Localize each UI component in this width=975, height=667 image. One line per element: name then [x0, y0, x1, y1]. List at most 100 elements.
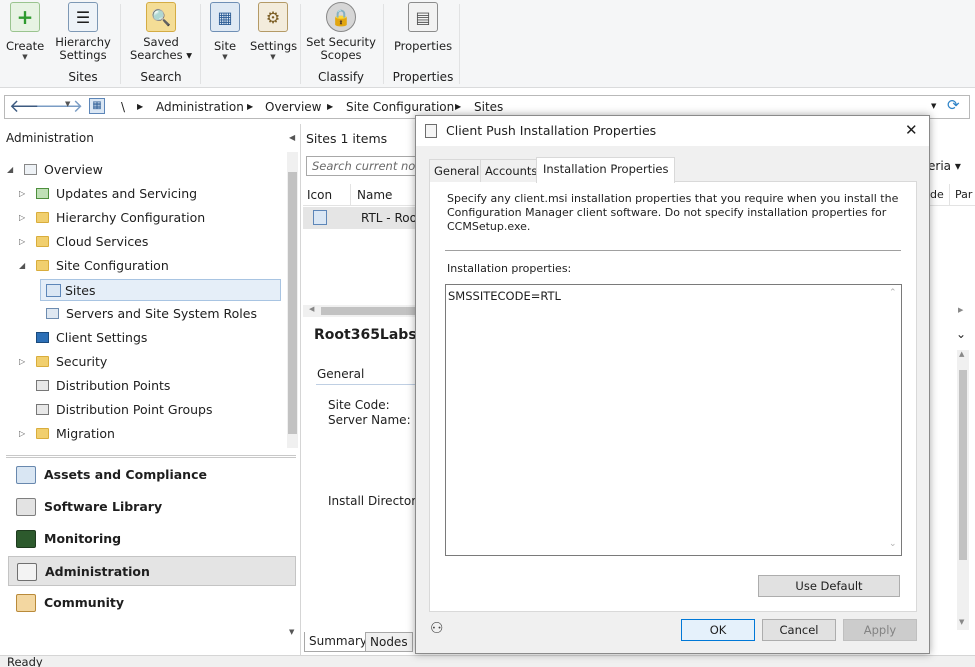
- collapse-pane-icon[interactable]: ◀: [289, 133, 295, 142]
- tree-item-overview[interactable]: ◢ Overview: [0, 159, 285, 181]
- properties-button[interactable]: ▤ Properties: [393, 2, 453, 53]
- ok-button[interactable]: OK: [681, 619, 755, 641]
- tree-item-hierarchy-configuration[interactable]: ▷ Hierarchy Configuration: [0, 207, 285, 229]
- breadcrumb-overview[interactable]: Overview: [265, 100, 322, 114]
- scroll-left-icon[interactable]: ◀: [309, 305, 314, 313]
- pane-splitter[interactable]: [6, 455, 296, 458]
- apply-button[interactable]: Apply: [843, 619, 917, 641]
- breadcrumb-separator-icon: ▶: [327, 102, 334, 111]
- address-dropdown-icon[interactable]: ▼: [931, 102, 936, 110]
- dropdown-arrow-icon: ▼: [270, 53, 276, 61]
- scroll-down-icon[interactable]: ▼: [959, 618, 964, 626]
- monitor-icon: [36, 332, 49, 343]
- workspace-label: Community: [44, 595, 125, 610]
- tree-item-label: Distribution Points: [56, 378, 171, 393]
- breadcrumb-administration[interactable]: Administration: [156, 100, 244, 114]
- tree-item-migration[interactable]: ▷ Migration: [0, 423, 285, 445]
- column-header-name[interactable]: Name: [357, 188, 392, 202]
- details-scrollbar[interactable]: ▲ ▼: [957, 350, 969, 630]
- column-header-truncated[interactable]: de: [930, 188, 944, 201]
- monitoring-icon: [16, 530, 36, 548]
- folder-icon: [36, 236, 49, 247]
- details-collapse-icon[interactable]: ⌄: [956, 327, 966, 341]
- tree-item-security[interactable]: ▷ Security: [0, 351, 285, 373]
- refresh-icon[interactable]: ⟳: [947, 96, 960, 114]
- tree-item-sites[interactable]: Sites: [40, 279, 281, 301]
- group-properties: Properties: [392, 70, 454, 84]
- workspace-community[interactable]: Community: [8, 588, 296, 618]
- scrollbar-thumb[interactable]: [959, 370, 967, 560]
- status-text: Ready: [7, 655, 43, 667]
- saved-search-folder-icon: 🔍: [146, 2, 176, 32]
- tree-item-site-configuration[interactable]: ◢ Site Configuration: [0, 255, 285, 277]
- dialog-title: Client Push Installation Properties: [446, 123, 657, 138]
- workspace-administration[interactable]: Administration: [8, 556, 296, 586]
- folder-icon: [36, 260, 49, 271]
- list-header: Sites 1 items: [306, 131, 388, 146]
- settings-icon: ⚙: [258, 2, 288, 32]
- help-person-icon[interactable]: ⚇: [430, 619, 443, 637]
- properties-icon: ▤: [408, 2, 438, 32]
- server-name-label: Server Name:: [328, 413, 411, 427]
- tree-item-cloud-services[interactable]: ▷ Cloud Services: [0, 231, 285, 253]
- settings-button[interactable]: ⚙ Settings ▼: [250, 2, 298, 61]
- scroll-up-icon[interactable]: ⌃: [889, 288, 897, 298]
- installation-properties-textarea[interactable]: SMSSITECODE=RTL ⌃ ⌄: [445, 284, 902, 556]
- forward-icon[interactable]: 🡒: [35, 96, 83, 117]
- workspace-software-library[interactable]: Software Library: [8, 492, 296, 522]
- tab-accounts[interactable]: Accounts: [480, 159, 543, 182]
- column-header-icon[interactable]: Icon: [307, 188, 332, 202]
- workspace-label: Software Library: [44, 499, 163, 514]
- tab-summary[interactable]: Summary: [304, 632, 372, 652]
- hierarchy-settings-button[interactable]: ☰ Hierarchy Settings: [52, 2, 114, 62]
- close-icon[interactable]: ✕: [905, 121, 918, 139]
- section-divider: [316, 384, 416, 385]
- ribbon: + Create ▼ ☰ Hierarchy Settings 🔍 Saved …: [0, 0, 975, 88]
- list-horizontal-scrollbar[interactable]: ◀: [303, 305, 418, 317]
- nav-scrollbar-thumb[interactable]: [288, 172, 297, 434]
- breadcrumb-root[interactable]: \: [121, 100, 125, 114]
- scroll-up-icon[interactable]: ▲: [959, 350, 964, 358]
- tree-item-client-settings[interactable]: Client Settings: [0, 327, 285, 349]
- breadcrumb-separator-icon: ▶: [455, 102, 462, 111]
- breadcrumb-sites[interactable]: Sites: [474, 100, 503, 114]
- column-header-parent[interactable]: Par: [955, 188, 972, 201]
- workspace-assets-and-compliance[interactable]: Assets and Compliance: [8, 460, 296, 490]
- workspace-overflow-icon[interactable]: ▼: [289, 628, 294, 636]
- tree-item-distribution-points[interactable]: Distribution Points: [0, 375, 285, 397]
- dialog-title-bar[interactable]: Client Push Installation Properties ✕: [416, 116, 929, 146]
- set-security-scopes-button[interactable]: 🔒 Set Security Scopes: [306, 2, 376, 62]
- site-label: Site: [213, 39, 237, 53]
- dialog-description: Specify any client.msi installation prop…: [447, 192, 899, 233]
- tab-installation-properties[interactable]: Installation Properties: [536, 157, 676, 183]
- cancel-button[interactable]: Cancel: [762, 619, 836, 641]
- create-button[interactable]: + Create ▼: [6, 2, 44, 61]
- history-dropdown-icon[interactable]: ▼: [65, 100, 70, 108]
- tree-item-distribution-point-groups[interactable]: Distribution Point Groups: [0, 399, 285, 421]
- criteria-dropdown[interactable]: eria ▾: [928, 159, 961, 173]
- tab-general[interactable]: General: [429, 159, 485, 182]
- scrollbar-thumb[interactable]: [321, 307, 418, 315]
- tree-item-updates-and-servicing[interactable]: ▷ Updates and Servicing: [0, 183, 285, 205]
- scroll-right-icon[interactable]: ▶: [958, 306, 963, 314]
- nav-pane-title: Administration: [6, 131, 94, 145]
- scroll-down-icon[interactable]: ⌄: [889, 539, 897, 549]
- tree-item-label: Migration: [56, 426, 115, 441]
- search-input[interactable]: Search current node: [306, 156, 418, 176]
- workspace-monitoring[interactable]: Monitoring: [8, 524, 296, 554]
- nav-scrollbar[interactable]: [287, 152, 298, 448]
- breadcrumb-separator-icon: ▶: [137, 102, 144, 111]
- table-row[interactable]: RTL - Root: [303, 207, 422, 229]
- collapsed-triangle-icon: ▷: [19, 189, 26, 198]
- breadcrumb-site-configuration[interactable]: Site Configuration: [346, 100, 454, 114]
- column-divider: [350, 184, 351, 206]
- tree-item-servers-and-site-system-roles[interactable]: Servers and Site System Roles: [0, 303, 285, 325]
- saved-searches-button[interactable]: 🔍 Saved Searches ▾: [128, 2, 194, 62]
- column-divider: [949, 184, 950, 206]
- site-button[interactable]: ▦ Site ▼: [207, 2, 243, 61]
- use-default-button[interactable]: Use Default: [758, 575, 900, 597]
- settings-label: Settings: [250, 39, 298, 53]
- tab-nodes[interactable]: Nodes: [365, 632, 413, 652]
- assets-icon: [16, 466, 36, 484]
- folder-icon: [36, 212, 49, 223]
